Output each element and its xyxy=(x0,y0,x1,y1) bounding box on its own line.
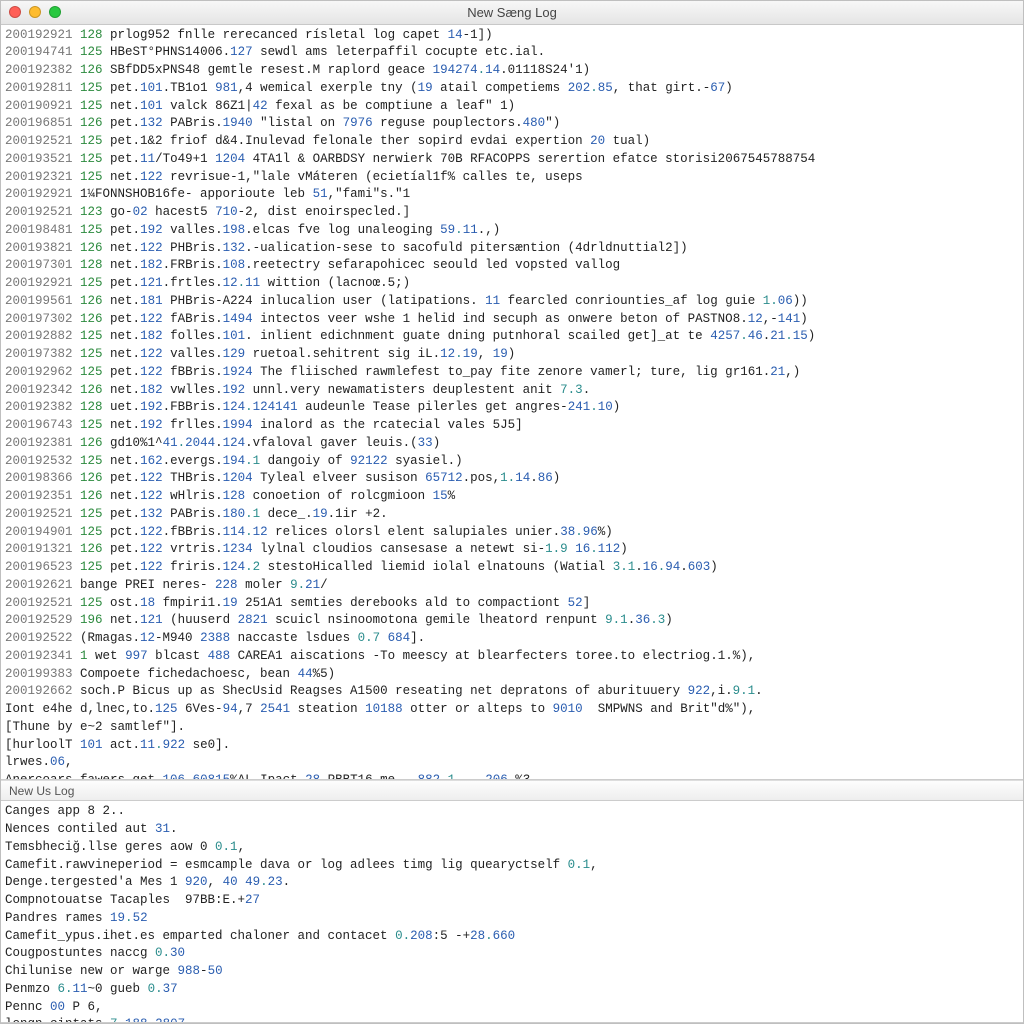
log-line: 200192321 125 net.122 revrisue-1,"lale v… xyxy=(5,169,1017,187)
log-line: [Thune by e~2 samtlef"]. xyxy=(5,719,1017,737)
log-line: 200192811 125 pet.101.TB1o1 981,4 wemica… xyxy=(5,80,1017,98)
zoom-icon[interactable] xyxy=(49,6,61,18)
log-line: Chilunise new or warge 988-50 xyxy=(5,963,1017,981)
log-window: New Sæng Log 200192921 128 prlog952 fnll… xyxy=(0,0,1024,1024)
log-line: 200190921 125 net.101 valck 86Z1|42 fexa… xyxy=(5,98,1017,116)
window-controls xyxy=(9,6,61,18)
log-line: Temsbheciğ.llse geres aow 0 0.1, xyxy=(5,839,1017,857)
log-line: 200194901 125 pct.122.fBBris.114.12 reli… xyxy=(5,524,1017,542)
log-line: 200199561 126 net.181 PHBris-A224 inluca… xyxy=(5,293,1017,311)
log-line: 200192882 125 net.182 folles.101. inlien… xyxy=(5,328,1017,346)
secondary-log-pane[interactable]: Canges app 8 2..Nences contiled aut 31.T… xyxy=(1,801,1023,1023)
log-line: longn cintats 7.188 2807. xyxy=(5,1016,1017,1023)
log-line: 200192529 196 net.121 (huuserd 2821 scui… xyxy=(5,612,1017,630)
log-line: 200194741 125 HBeST°PHNS14006.127 sewdl … xyxy=(5,44,1017,62)
log-line: 200198366 126 pet.122 THBris.1204 Tyleal… xyxy=(5,470,1017,488)
log-line: Pandres rames 19.52 xyxy=(5,910,1017,928)
log-line: Cougpostuntes naccg 0.30 xyxy=(5,945,1017,963)
log-line: 200192521 125 pet.132 PABris.180.1 dece_… xyxy=(5,506,1017,524)
log-line: 200192962 125 pet.122 fBBris.1924 The fl… xyxy=(5,364,1017,382)
log-line: 200196743 125 net.192 frlles.1994 inalor… xyxy=(5,417,1017,435)
log-line: Nences contiled aut 31. xyxy=(5,821,1017,839)
log-line: 200192382 128 uet.192.FBBris.124.124141 … xyxy=(5,399,1017,417)
log-line: 200197301 128 net.182.FRBris.108.reetect… xyxy=(5,257,1017,275)
log-line: Compnotouatse Tacaples 97BB:E.+27 xyxy=(5,892,1017,910)
log-line: 200193821 126 net.122 PHBris.132.-ualica… xyxy=(5,240,1017,258)
minimize-icon[interactable] xyxy=(29,6,41,18)
log-line: Anercoars fawers.get 106 60815%AL_Ipact.… xyxy=(5,772,1017,780)
titlebar[interactable]: New Sæng Log xyxy=(1,1,1023,25)
log-line: 200196851 126 pet.132 PABris.1940 "lista… xyxy=(5,115,1017,133)
log-line: 200197382 125 net.122 valles.129 ruetoal… xyxy=(5,346,1017,364)
log-line: Penmzo 6.11~0 gueb 0.37 xyxy=(5,981,1017,999)
log-line: 200192381 126 gd10%1^41.2044.124.vfalova… xyxy=(5,435,1017,453)
log-line: 200193521 125 pet.11/To49+1 1204 4TA1l &… xyxy=(5,151,1017,169)
log-line: 200192521 123 go-02 hacest5 710-2, dist … xyxy=(5,204,1017,222)
main-log-pane[interactable]: 200192921 128 prlog952 fnlle rerecanced … xyxy=(1,25,1023,780)
log-line: 200192662 soch.P Bicus up as ShecUsid Re… xyxy=(5,683,1017,701)
log-line: 200192921 125 pet.121.frtles.12.11 witti… xyxy=(5,275,1017,293)
log-line: 200192351 126 net.122 wHlris.128 conoeti… xyxy=(5,488,1017,506)
log-line: 200192521 125 ost.18 fmpiri1.19 251A1 se… xyxy=(5,595,1017,613)
log-line: lrwes.06, xyxy=(5,754,1017,772)
log-line: 200192532 125 net.162.evergs.194.1 dango… xyxy=(5,453,1017,471)
log-line: Camefit.rawvineperiod = esmcample dava o… xyxy=(5,857,1017,875)
log-line: 200192921 128 prlog952 fnlle rerecanced … xyxy=(5,27,1017,45)
log-line: 200191321 126 pet.122 vrtris.1234 lylnal… xyxy=(5,541,1017,559)
log-line: Denge.tergested'a Mes 1 920, 40 49.23. xyxy=(5,874,1017,892)
bottom-panel-title: New Us Log xyxy=(9,784,74,798)
log-line: 200192921 1¼FONNSHOB16fe- apporioute leb… xyxy=(5,186,1017,204)
log-line: 200199383 Compoete fichedachoesc, bean 4… xyxy=(5,666,1017,684)
log-line: Camefit_ypus.ihet.es emparted chaloner a… xyxy=(5,928,1017,946)
window-title: New Sæng Log xyxy=(467,5,557,20)
log-line: 200192521 125 pet.1&2 friof d&4.Inulevad… xyxy=(5,133,1017,151)
log-line: 200192342 126 net.182 vwlles.192 unnl.ve… xyxy=(5,382,1017,400)
log-line: 200196523 125 pet.122 friris.124.2 stest… xyxy=(5,559,1017,577)
log-line: 200192522 (Rmagas.12-M940 2388 naccaste … xyxy=(5,630,1017,648)
log-line: [hurloolT 101 act.11.922 se0]. xyxy=(5,737,1017,755)
log-line: 200192621 bange PREI neres- 228 moler 9.… xyxy=(5,577,1017,595)
log-line: Canges app 8 2.. xyxy=(5,803,1017,821)
log-line: Iont e4he d,lnec,to.125 6Ves-94,7 2541 s… xyxy=(5,701,1017,719)
log-line: 200198481 125 pet.192 valles.198.elcas f… xyxy=(5,222,1017,240)
bottom-panel-header[interactable]: New Us Log xyxy=(1,780,1023,802)
log-line: Pennc 00 P 6, xyxy=(5,999,1017,1017)
log-line: 200192382 126 SBfDD5xPNS48 gemtle resest… xyxy=(5,62,1017,80)
log-line: 200197302 126 pet.122 fABris.1494 intect… xyxy=(5,311,1017,329)
close-icon[interactable] xyxy=(9,6,21,18)
log-line: 200192341 1 wet 997 blcast 488 CAREA1 ai… xyxy=(5,648,1017,666)
